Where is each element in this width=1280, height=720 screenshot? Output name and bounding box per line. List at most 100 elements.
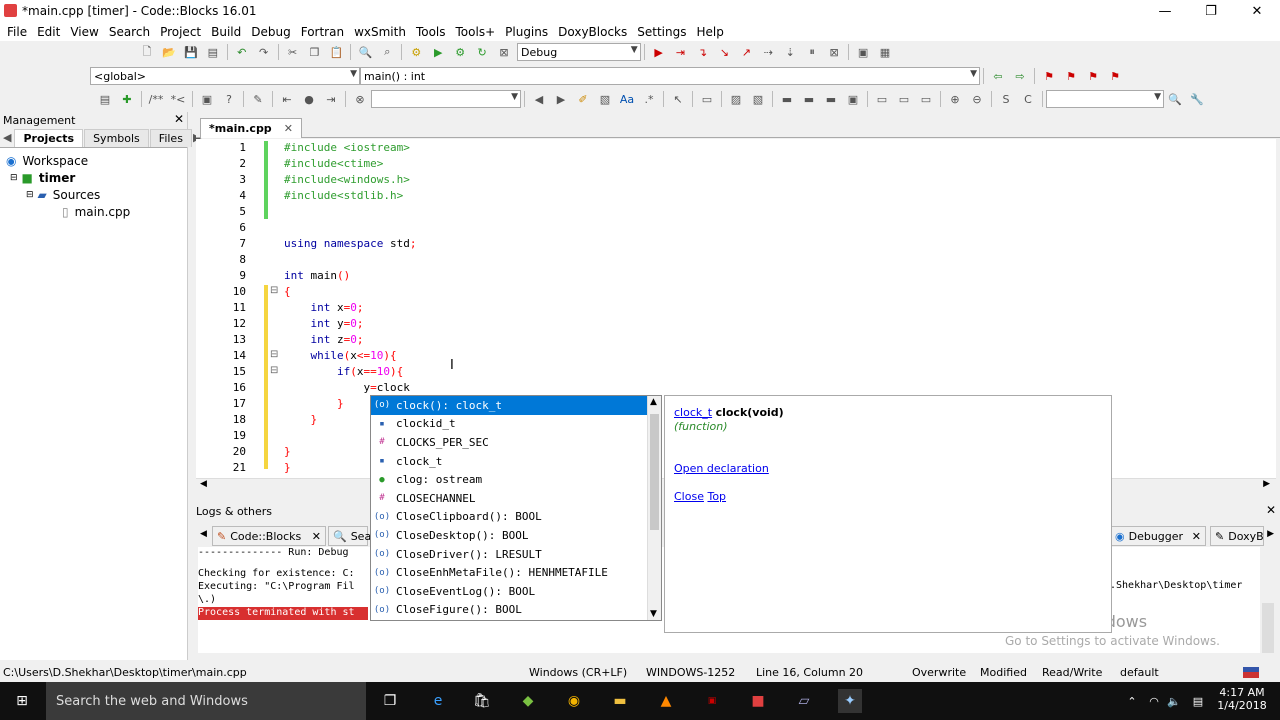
autocomplete-item[interactable]: (o) CloseDriver(): LRESULT — [371, 545, 661, 564]
step-out-icon[interactable]: ↗ — [737, 44, 755, 60]
app-layers-icon[interactable]: ◆ — [516, 689, 540, 713]
jump-back-icon[interactable]: ⇦ — [989, 68, 1007, 84]
close-icon[interactable]: ✕ — [1266, 503, 1276, 517]
code-line[interactable]: } — [284, 397, 344, 410]
notification-icon[interactable]: ▤ — [1186, 689, 1210, 713]
next-line-icon[interactable]: ↴ — [693, 44, 711, 60]
symbol-search-input[interactable]: ▼ — [1046, 90, 1164, 108]
tab-codeblocks-log[interactable]: ✎ Code::Blocks ✕ — [212, 526, 326, 546]
close-button[interactable]: ✕ — [1234, 0, 1280, 22]
rebuild-icon[interactable]: ↻ — [473, 44, 491, 60]
minimize-button[interactable]: — — [1142, 0, 1188, 22]
pause-icon[interactable]: ⏸ — [803, 44, 821, 60]
prefs-icon[interactable]: ✎ — [249, 91, 267, 107]
line-comment-icon[interactable]: *< — [169, 91, 187, 107]
debug-start-icon[interactable]: ▶ — [650, 44, 668, 60]
code-line[interactable]: } — [284, 413, 318, 426]
menu-tools[interactable]: Tools — [411, 25, 451, 39]
doxy-html-icon[interactable]: ▣ — [198, 91, 216, 107]
edge-icon[interactable]: e — [426, 689, 450, 713]
redo-icon[interactable]: ↷ — [255, 44, 273, 60]
step-into-icon[interactable]: ↘ — [715, 44, 733, 60]
tree-sources[interactable]: ⊟ ▰ Sources — [0, 186, 187, 203]
copy-icon[interactable]: ❐ — [306, 44, 324, 60]
fold-while-icon[interactable]: ⊟ — [270, 349, 278, 360]
autocomplete-item[interactable]: (o) clock(): clock_t — [371, 396, 647, 415]
save-all-icon[interactable]: ▤ — [204, 44, 222, 60]
code-line[interactable]: #include<windows.h> — [284, 173, 410, 186]
scope-select[interactable]: <global> ▼ — [90, 67, 360, 85]
recorder-icon[interactable]: ✦ — [838, 689, 862, 713]
symbol-s-icon[interactable]: S — [997, 91, 1015, 107]
autocomplete-list[interactable]: (o) clock(): clock_t ▪ clockid_t # CLOCKS_PER… — [370, 395, 662, 621]
thread-next-icon[interactable]: ⇥ — [322, 91, 340, 107]
autocomplete-item[interactable]: (o) CloseEnhMetaFile(): HENHMETAFILE — [371, 563, 661, 582]
thread-dot-icon[interactable]: ● — [300, 91, 318, 107]
scroll-down-icon[interactable]: ▼ — [650, 609, 657, 619]
collapse-icon[interactable]: ⊟ — [26, 190, 34, 200]
menu-project[interactable]: Project — [155, 25, 206, 39]
taskbar-clock[interactable]: 4:17 AM 1/4/2018 — [1216, 686, 1268, 712]
close-link[interactable]: Close — [674, 490, 704, 503]
find-icon[interactable]: 🔍 — [356, 44, 374, 60]
tab-files[interactable]: Files — [149, 129, 192, 147]
maximize-button[interactable]: ❐ — [1188, 0, 1234, 22]
code-line[interactable]: #include<ctime> — [284, 157, 383, 170]
code-line[interactable]: int main() — [284, 269, 350, 282]
various-info-icon[interactable]: ▦ — [876, 44, 894, 60]
code-line[interactable]: #include <iostream> — [284, 141, 410, 154]
autocomplete-item[interactable]: ▪ clockid_t — [371, 415, 661, 434]
zoom-in-icon[interactable]: ⊕ — [946, 91, 964, 107]
new-file-icon[interactable]: 🗋 — [138, 44, 156, 60]
image-icon[interactable]: ▨ — [727, 91, 745, 107]
close-icon[interactable]: ✕ — [1192, 530, 1201, 543]
tab-left-icon[interactable]: ◀ — [200, 529, 207, 539]
tab-main-cpp[interactable]: *main.cpp ✕ — [200, 118, 302, 138]
build-target-select[interactable]: Debug ▼ — [517, 43, 641, 61]
autocomplete-item[interactable]: # CLOCKS_PER_SEC — [371, 433, 661, 452]
undo-icon[interactable]: ↶ — [233, 44, 251, 60]
tab-right-icon[interactable]: ▶ — [1267, 529, 1274, 539]
tab-left-icon[interactable]: ◀ — [3, 129, 11, 145]
close-icon[interactable]: ✕ — [284, 122, 293, 135]
zoom-out-icon[interactable]: ⊖ — [968, 91, 986, 107]
menu-wxsmith[interactable]: wxSmith — [349, 25, 411, 39]
selected-text-icon[interactable]: ▧ — [596, 91, 614, 107]
run-icon[interactable]: ▶ — [429, 44, 447, 60]
notes-icon[interactable]: ▱ — [792, 689, 816, 713]
open-icon[interactable]: 📂 — [160, 44, 178, 60]
codeblocks-taskbar-icon[interactable]: ■ — [746, 689, 770, 713]
tray-chevron-up-icon[interactable]: ⌃ — [1120, 689, 1144, 713]
clear-icon[interactable]: ⊗ — [351, 91, 369, 107]
code-line[interactable]: int x=0; — [284, 301, 364, 314]
menu-tools-plus[interactable]: Tools+ — [451, 25, 501, 39]
viewcount-icon[interactable]: ▣ — [700, 689, 724, 713]
file-explorer-icon[interactable]: ▬ — [608, 689, 632, 713]
paste-icon[interactable]: 📋 — [328, 44, 346, 60]
highlight-icon[interactable]: ✐ — [574, 91, 592, 107]
taskbar-search[interactable]: Search the web and Windows — [46, 682, 366, 720]
menu-edit[interactable]: Edit — [32, 25, 65, 39]
next-bookmark-icon[interactable]: ⚑ — [1084, 68, 1102, 84]
code-line[interactable]: int z=0; — [284, 333, 364, 346]
tab-symbols[interactable]: Symbols — [84, 129, 149, 147]
tree-file[interactable]: ▯ main.cpp — [0, 203, 187, 220]
menu-plugins[interactable]: Plugins — [500, 25, 553, 39]
autocomplete-item[interactable]: (o) CloseDesktop(): BOOL — [371, 526, 661, 545]
function-select[interactable]: main() : int ▼ — [360, 67, 980, 85]
run-to-cursor-icon[interactable]: ⇥ — [672, 44, 690, 60]
match-case-icon[interactable]: Aa — [618, 91, 636, 107]
symbol-c-icon[interactable]: C — [1019, 91, 1037, 107]
windows-start-icon[interactable]: ⊞ — [10, 689, 34, 713]
build-icon[interactable]: ⚙ — [407, 44, 425, 60]
incremental-search-input[interactable]: ▼ — [371, 90, 521, 108]
autocomplete-item[interactable]: (o) CloseClipboard(): BOOL — [371, 508, 661, 527]
vlc-icon[interactable]: ▲ — [654, 689, 678, 713]
menu-fortran[interactable]: Fortran — [296, 25, 349, 39]
image-edit-icon[interactable]: ▧ — [749, 91, 767, 107]
settings-icon[interactable]: 🔧 — [1188, 91, 1206, 107]
doxy-chm-icon[interactable]: ? — [220, 91, 238, 107]
doxy-extract-icon[interactable]: ✚ — [118, 91, 136, 107]
tab-projects[interactable]: Projects — [14, 129, 84, 147]
code-line[interactable]: } — [284, 445, 291, 458]
